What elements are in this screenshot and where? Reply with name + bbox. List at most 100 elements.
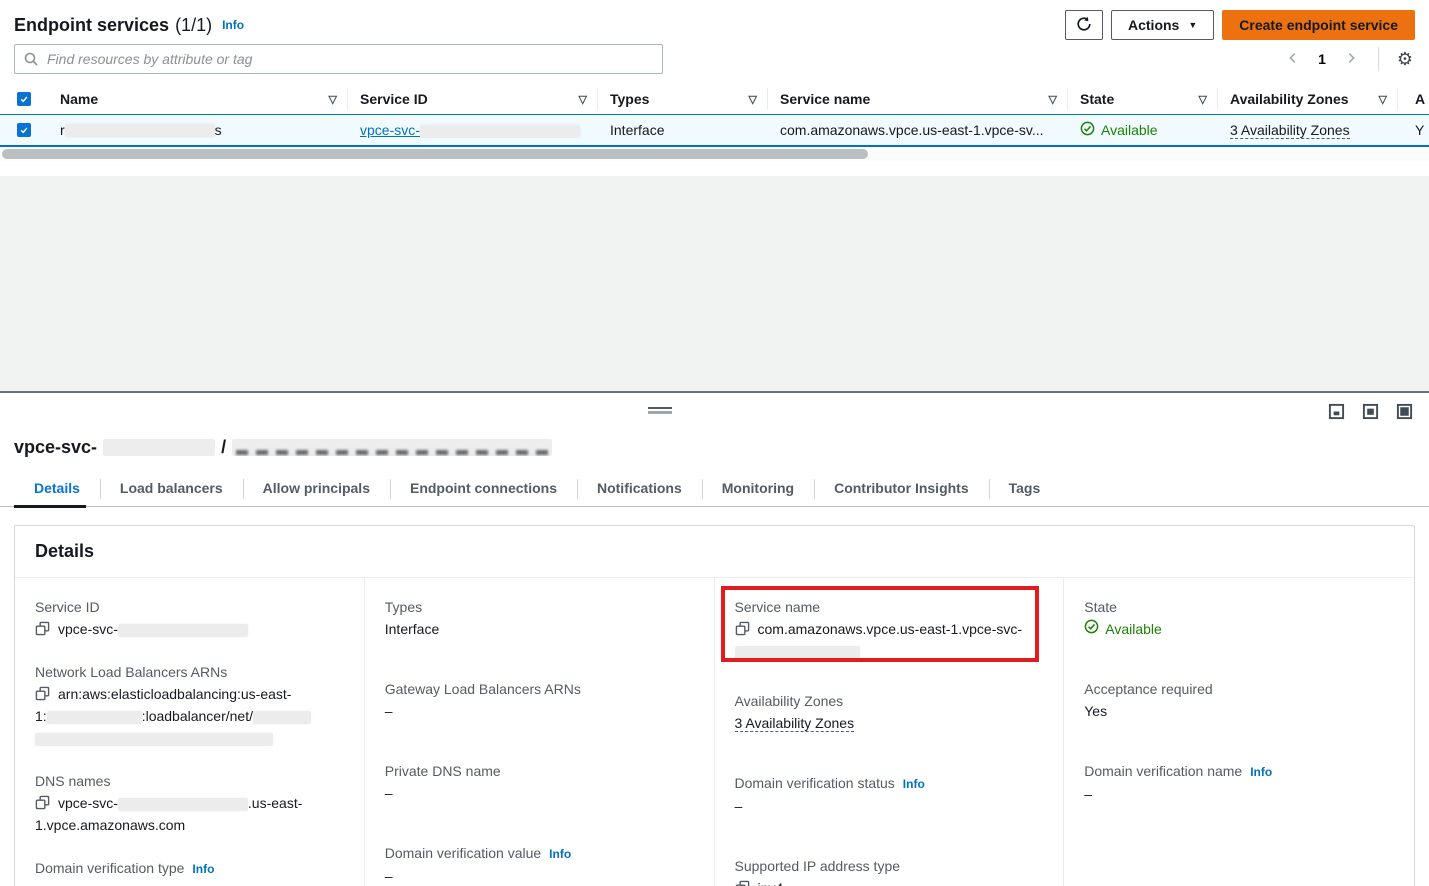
service-id-cell: vpce-svc- [348, 122, 598, 138]
copy-icon[interactable] [735, 880, 750, 886]
empty-area [0, 176, 1429, 391]
field-label: Availability Zones [735, 690, 1044, 712]
service-id-link[interactable]: vpce-svc- [360, 122, 580, 138]
name-cell: r s [48, 122, 348, 138]
column-header-availability-zones[interactable]: Availability Zones▽ [1218, 88, 1398, 110]
field-label: Network Load Balancers ARNs [35, 661, 344, 683]
field-label: DNS names [35, 770, 344, 792]
redacted-text [420, 125, 580, 138]
info-link[interactable]: Info [549, 847, 571, 861]
check-circle-icon [1080, 121, 1095, 139]
redacted-text [735, 646, 860, 659]
chevron-left-icon [1286, 51, 1300, 68]
tab-label: Tags [1009, 480, 1041, 496]
availability-zones-link[interactable]: 3 Availability Zones [1230, 122, 1350, 139]
search-box [14, 44, 663, 74]
column-header-state[interactable]: State▽ [1068, 88, 1218, 110]
filter-icon[interactable]: ▽ [749, 93, 757, 106]
pagination: 1 ⚙ [1282, 47, 1415, 72]
column-header-truncated[interactable]: A [1398, 91, 1429, 107]
panel-size-full-button[interactable] [1396, 403, 1413, 423]
column-header-service-id[interactable]: Service ID▽ [348, 88, 598, 110]
tab-tags[interactable]: Tags [989, 474, 1061, 506]
info-link[interactable]: Info [222, 18, 244, 32]
check-circle-icon [1084, 618, 1099, 640]
tab-label: Allow principals [263, 480, 370, 496]
tab-label: Endpoint connections [410, 480, 557, 496]
divider [1378, 47, 1379, 71]
panel-size-controls [1328, 403, 1413, 423]
status-badge: Available [1080, 121, 1158, 139]
preferences-button[interactable]: ⚙ [1395, 48, 1415, 70]
types-cell: Interface [598, 122, 768, 138]
field-label: Service ID [35, 596, 344, 618]
panel-title: vpce-svc- / [14, 437, 1429, 458]
tab-load-balancers[interactable]: Load balancers [100, 474, 243, 506]
tab-label: Notifications [597, 480, 682, 496]
redacted-text [103, 439, 215, 456]
copy-icon[interactable] [35, 621, 50, 639]
pagination-prev-button[interactable] [1282, 47, 1304, 72]
details-column-4: State Available Acceptance required Yes … [1064, 578, 1414, 886]
panel-small-icon [1328, 403, 1345, 423]
gear-icon: ⚙ [1397, 49, 1413, 69]
availability-zones-cell: 3 Availability Zones [1218, 122, 1398, 139]
tab-label: Details [34, 480, 80, 496]
filter-icon[interactable]: ▽ [1379, 93, 1387, 106]
copy-icon[interactable] [35, 686, 50, 704]
tab-details[interactable]: Details [14, 474, 100, 506]
filter-icon[interactable]: ▽ [1049, 93, 1057, 106]
refresh-icon [1076, 16, 1092, 35]
availability-zones-link[interactable]: 3 Availability Zones [735, 715, 855, 732]
page-title: Endpoint services [14, 15, 169, 36]
detail-split-panel: vpce-svc- / Details Load balancers Allow… [0, 393, 1429, 886]
tab-contributor-insights[interactable]: Contributor Insights [814, 474, 989, 506]
redacted-text [35, 733, 273, 746]
status-badge: Available [1084, 618, 1162, 640]
panel-size-small-button[interactable] [1328, 403, 1345, 423]
info-link[interactable]: Info [1250, 765, 1272, 779]
column-header-service-name[interactable]: Service name▽ [768, 88, 1068, 110]
select-all-checkbox[interactable] [17, 92, 31, 106]
create-endpoint-service-button[interactable]: Create endpoint service [1222, 10, 1415, 40]
filter-icon[interactable]: ▽ [329, 93, 337, 106]
panel-size-medium-button[interactable] [1362, 403, 1379, 423]
copy-icon[interactable] [35, 795, 50, 813]
resource-count: (1/1) [175, 15, 212, 36]
horizontal-scrollbar[interactable] [0, 148, 1429, 161]
tab-endpoint-connections[interactable]: Endpoint connections [390, 474, 577, 506]
redacted-text [118, 624, 248, 637]
scrollbar-thumb[interactable] [2, 149, 868, 159]
filter-icon[interactable]: ▽ [1199, 93, 1207, 106]
column-header-name[interactable]: Name▽ [48, 88, 348, 110]
pagination-next-button[interactable] [1340, 47, 1362, 72]
tab-notifications[interactable]: Notifications [577, 474, 702, 506]
refresh-button[interactable] [1065, 10, 1103, 40]
tab-allow-principals[interactable]: Allow principals [243, 474, 390, 506]
copy-icon[interactable] [735, 621, 750, 639]
details-card: Details Service ID vpce-svc- Network Loa… [14, 525, 1415, 886]
field-label: State [1084, 596, 1394, 618]
actions-button[interactable]: Actions ▼ [1111, 10, 1214, 40]
redacted-text [65, 124, 215, 137]
panel-drag-handle[interactable] [648, 407, 672, 414]
tab-monitoring[interactable]: Monitoring [702, 474, 814, 506]
table-row[interactable]: r s vpce-svc- Interface com.amazonaws.vp… [0, 114, 1429, 147]
page-number[interactable]: 1 [1314, 51, 1330, 67]
chevron-right-icon [1344, 51, 1358, 68]
endpoint-services-table: Name▽ Service ID▽ Types▽ Service name▽ S… [0, 84, 1429, 147]
info-link[interactable]: Info [192, 862, 214, 876]
table-header-row: Name▽ Service ID▽ Types▽ Service name▽ S… [0, 84, 1429, 114]
column-header-types[interactable]: Types▽ [598, 88, 768, 110]
row-checkbox[interactable] [17, 123, 31, 137]
search-icon [23, 51, 39, 70]
info-link[interactable]: Info [903, 777, 925, 791]
field-label: Private DNS name [385, 760, 694, 782]
panel-full-icon [1396, 403, 1413, 423]
page-header: Endpoint services (1/1) Info Actions ▼ C… [14, 8, 1415, 42]
tab-label: Load balancers [120, 480, 223, 496]
field-label: Domain verification nameInfo [1084, 760, 1394, 783]
field-label: Domain verification typeInfo [35, 857, 344, 880]
filter-icon[interactable]: ▽ [579, 93, 587, 106]
search-input[interactable] [14, 44, 663, 74]
